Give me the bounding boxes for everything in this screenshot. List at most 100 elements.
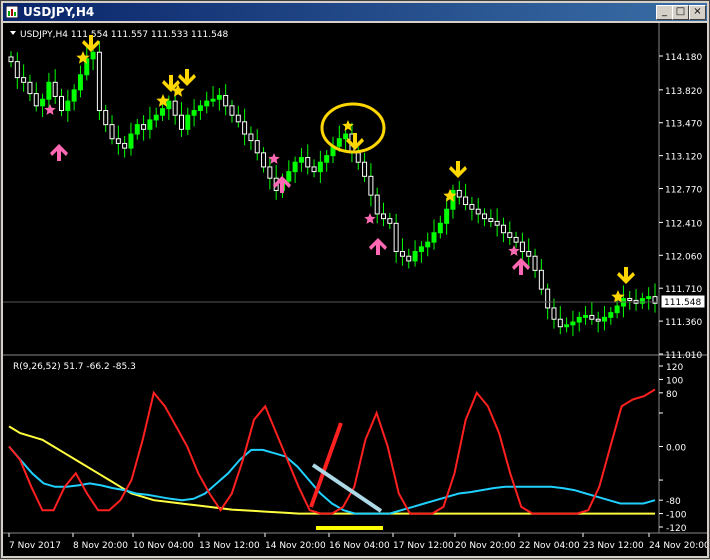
price-tick-label: 112.770 bbox=[665, 186, 702, 196]
candle-body bbox=[14, 61, 20, 79]
candle-body bbox=[456, 189, 462, 198]
candle-body bbox=[387, 218, 393, 224]
candle-body bbox=[469, 204, 475, 210]
signal-star-icon bbox=[364, 213, 376, 224]
candle-body bbox=[197, 105, 203, 112]
window-title: USDJPY,H4 bbox=[23, 5, 95, 19]
price-tick-label: 113.820 bbox=[665, 87, 702, 97]
candle-body bbox=[494, 220, 500, 226]
buy-arrow-icon bbox=[50, 144, 68, 161]
candle-body bbox=[103, 110, 109, 126]
candle-body bbox=[147, 119, 153, 130]
candle-body bbox=[134, 124, 140, 135]
time-tick-label: 10 Nov 04:00 bbox=[133, 541, 194, 551]
price-tick-label: 112.410 bbox=[665, 219, 702, 229]
title-bar[interactable]: USDJPY,H4 _ □ × bbox=[3, 3, 707, 21]
sell-arrow-icon bbox=[178, 69, 196, 86]
restore-button[interactable]: □ bbox=[672, 5, 689, 20]
candle-body bbox=[343, 133, 349, 140]
candle-body bbox=[254, 140, 260, 154]
indicator-tick-label: -100 bbox=[666, 511, 687, 521]
candle-body bbox=[292, 161, 298, 173]
signal-star-icon bbox=[44, 104, 56, 115]
candle-body bbox=[381, 213, 387, 220]
price-axis: 114.180 113.820 113.470 113.120 112.770 112.4… bbox=[659, 53, 702, 361]
candle-body bbox=[59, 95, 65, 112]
indicator-tick-label: 0.00 bbox=[666, 444, 686, 454]
candle-body bbox=[115, 138, 121, 144]
candle-body bbox=[412, 251, 418, 262]
candle-body bbox=[488, 218, 494, 222]
candle-body bbox=[406, 255, 412, 262]
candles bbox=[8, 40, 658, 337]
candle-body bbox=[576, 316, 582, 323]
candle-body bbox=[223, 94, 229, 107]
candle-body bbox=[128, 133, 134, 149]
candle-body bbox=[557, 318, 563, 328]
candle-body bbox=[178, 114, 184, 130]
chart-menu-icon[interactable] bbox=[10, 31, 16, 35]
time-axis: 7 Nov 2017 8 Nov 20:00 10 Nov 04:00 13 Nov … bbox=[8, 533, 710, 551]
candle-body bbox=[639, 298, 645, 304]
candle-body bbox=[431, 232, 437, 243]
close-button[interactable]: × bbox=[689, 5, 706, 20]
candle-body bbox=[362, 161, 368, 177]
buy-arrow-icon bbox=[369, 238, 387, 255]
candle-body bbox=[425, 241, 431, 248]
candle-body bbox=[242, 121, 248, 135]
candle-body bbox=[141, 124, 147, 130]
price-tick-label: 112.060 bbox=[665, 252, 702, 262]
candle-body bbox=[475, 208, 481, 215]
candle-body bbox=[65, 100, 71, 112]
candle-body bbox=[185, 114, 191, 130]
chart-canvas[interactable]: USDJPY,H4 111.554 111.557 111.533 111.54… bbox=[3, 23, 710, 556]
candle-body bbox=[336, 138, 342, 147]
candle-body bbox=[248, 133, 254, 142]
candle-body bbox=[519, 241, 525, 253]
price-tick-label: 114.180 bbox=[665, 53, 702, 63]
candle-body bbox=[311, 166, 317, 173]
candle-body bbox=[463, 196, 469, 206]
candle-body bbox=[191, 110, 197, 116]
price-tick-label: 111.710 bbox=[665, 285, 702, 295]
candle-body bbox=[40, 98, 46, 107]
signal-markers bbox=[44, 35, 635, 303]
sell-arrow-icon bbox=[346, 133, 364, 150]
candle-body bbox=[399, 251, 405, 257]
signal-star-icon bbox=[508, 245, 520, 256]
candle-body bbox=[646, 296, 652, 300]
candle-body bbox=[298, 157, 304, 163]
indicator-tick-label: 120 bbox=[666, 363, 683, 373]
candle-body bbox=[160, 108, 166, 116]
candle-body bbox=[374, 194, 380, 215]
candle-body bbox=[153, 114, 159, 121]
time-tick-label: 7 Nov 2017 bbox=[9, 541, 61, 551]
chart-info-label: USDJPY,H4 111.554 111.557 111.533 111.54… bbox=[20, 30, 229, 40]
candle-body bbox=[583, 314, 589, 318]
buy-arrow-icon bbox=[512, 258, 530, 275]
indicator-tick-label: 80 bbox=[666, 390, 678, 400]
candle-body bbox=[261, 152, 267, 168]
indicator-tick-label: -120 bbox=[666, 524, 687, 534]
candle-body bbox=[122, 142, 128, 149]
time-tick-label: 20 Nov 20:00 bbox=[455, 541, 516, 551]
candle-body bbox=[90, 51, 96, 60]
candle-body bbox=[368, 175, 374, 196]
candle-body bbox=[538, 269, 544, 290]
candle-body bbox=[71, 89, 77, 102]
candle-body bbox=[444, 208, 450, 224]
price-chart[interactable]: USDJPY,H4 111.554 111.557 111.533 111.54… bbox=[3, 23, 710, 556]
candle-body bbox=[355, 152, 361, 163]
chart-window-icon bbox=[6, 6, 18, 18]
candle-body bbox=[595, 318, 601, 322]
time-tick-label: 14 Nov 20:00 bbox=[265, 541, 326, 551]
minimize-button[interactable]: _ bbox=[656, 5, 673, 20]
indicator-tick-label: 100 bbox=[666, 376, 683, 386]
candle-body bbox=[204, 100, 210, 107]
indicator-line-yellow bbox=[8, 425, 655, 515]
candle-body bbox=[46, 81, 52, 100]
candle-body bbox=[267, 166, 273, 179]
time-tick-label: 16 Nov 04:00 bbox=[329, 541, 390, 551]
candle-body bbox=[482, 213, 488, 220]
candle-body bbox=[324, 155, 330, 163]
